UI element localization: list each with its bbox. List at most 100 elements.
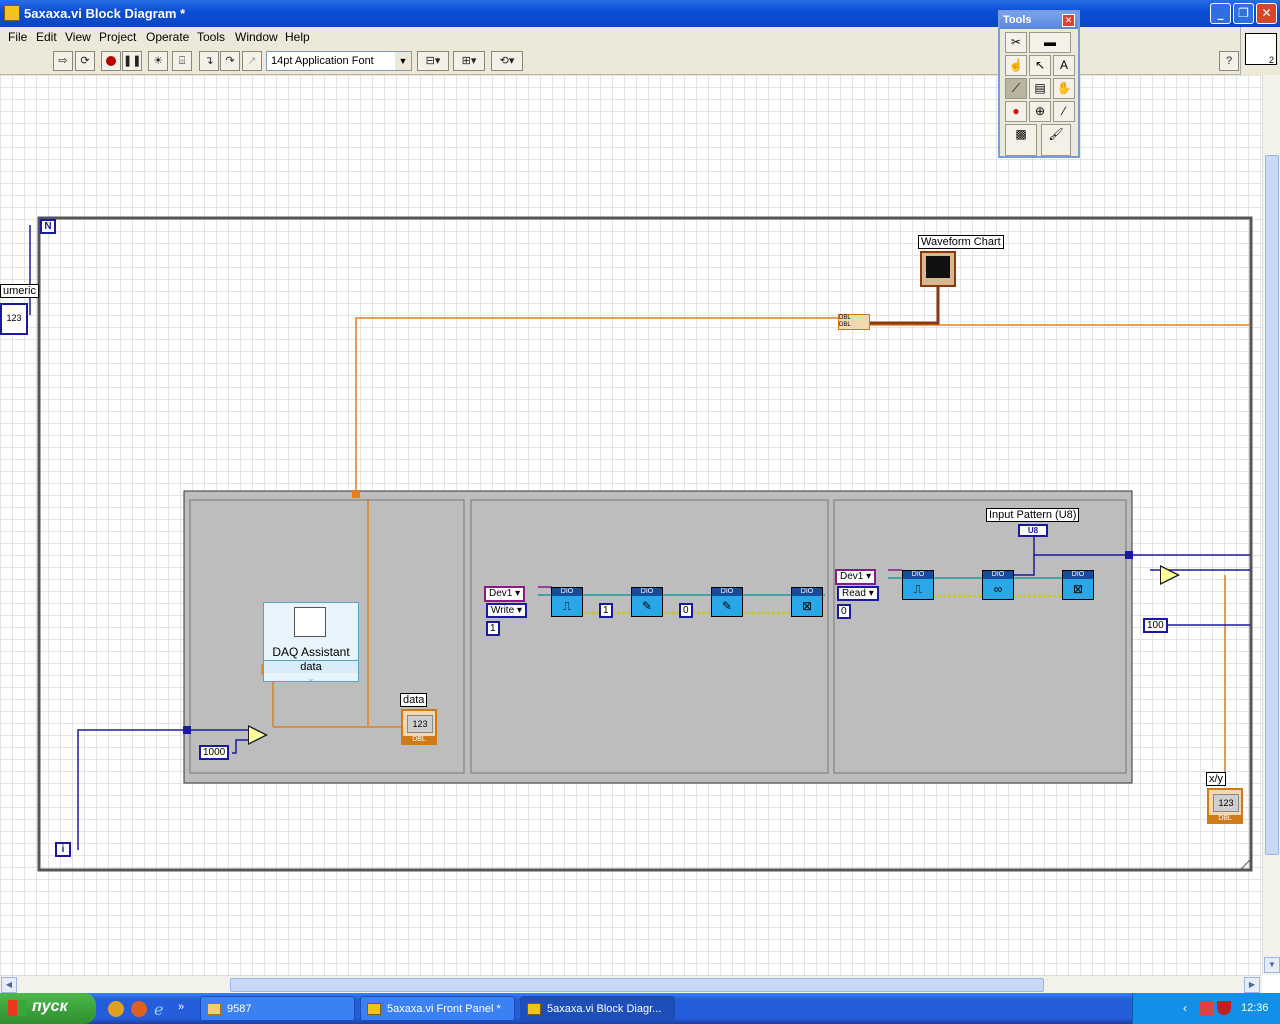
dio-read-node[interactable]: DIO ∞: [982, 570, 1014, 600]
antivirus-shield-icon[interactable]: [1217, 1001, 1231, 1015]
pencil-icon: ✎: [721, 599, 733, 613]
step-into-icon[interactable]: ↴: [199, 51, 219, 71]
iteration-terminal[interactable]: i: [55, 842, 71, 857]
connect-wire-icon[interactable]: ⟋: [1005, 78, 1027, 99]
automatic-selection-icon[interactable]: ▬: [1029, 32, 1071, 53]
align-objects-icon[interactable]: ⊟▾: [417, 51, 449, 71]
minimize-button[interactable]: _: [1210, 3, 1231, 24]
menu-help[interactable]: Help: [285, 30, 310, 44]
font-select[interactable]: 14pt Application Font ▼: [266, 51, 412, 71]
menu-view[interactable]: View: [65, 30, 91, 44]
context-help-button[interactable]: ?: [1219, 51, 1239, 71]
waveform-chart-label: Waveform Chart: [918, 235, 1004, 249]
set-color-brush-icon[interactable]: 🖌: [1041, 124, 1071, 156]
constant-100[interactable]: 100: [1143, 618, 1168, 633]
chevron-down-icon: ⌄: [307, 674, 315, 683]
daq-assistant-title: DAQ Assistant: [272, 645, 350, 659]
quick-launch-expand-icon[interactable]: »: [178, 1001, 184, 1013]
dio-configure-read-node[interactable]: DIO ⎍: [902, 570, 934, 600]
dio-configure-node[interactable]: DIO ⎍: [551, 587, 583, 617]
run-continuously-icon[interactable]: ⟳: [75, 51, 95, 71]
value-0-constant[interactable]: 0: [679, 603, 693, 618]
position-select-icon[interactable]: ↖: [1029, 55, 1051, 76]
menu-tools[interactable]: Tools: [197, 30, 225, 44]
taskbar-item-block-diagram[interactable]: 5axaxa.vi Block Diagr...: [520, 996, 675, 1021]
probe-icon[interactable]: ⊕: [1029, 101, 1051, 122]
device-channel-write[interactable]: Dev1 ▾: [484, 586, 526, 602]
daq-assistant-icon: [294, 607, 326, 637]
dio-write-node-2[interactable]: DIO ✎: [711, 587, 743, 617]
divide-function[interactable]: [248, 725, 268, 745]
frame-3: [833, 499, 1127, 774]
operate-value-icon[interactable]: ☝: [1005, 55, 1027, 76]
divide-function-2[interactable]: [1160, 565, 1180, 585]
vertical-scroll-thumb[interactable]: [1265, 155, 1279, 855]
taskbar-item-folder[interactable]: 9587: [200, 996, 355, 1021]
reorder-icon[interactable]: ⟲▾: [491, 51, 523, 71]
input-pattern-label: Input Pattern (U8): [986, 508, 1080, 522]
pause-icon[interactable]: ❚❚: [122, 51, 142, 71]
numeric-control[interactable]: 123: [0, 303, 28, 335]
close-icon: ⊠: [801, 599, 813, 613]
scroll-left-arrow-icon[interactable]: ◀: [1, 977, 17, 993]
labview-icon: [527, 1003, 541, 1015]
step-over-icon[interactable]: ↷: [220, 51, 240, 71]
ie-icon[interactable]: e: [154, 1000, 163, 1019]
start-button[interactable]: пуск: [0, 993, 96, 1024]
edit-text-icon[interactable]: A: [1053, 55, 1075, 76]
constant-1-write[interactable]: 1: [486, 621, 500, 636]
numeric-control-label: umeric: [0, 284, 40, 298]
scroll-window-icon[interactable]: ✋: [1053, 78, 1075, 99]
abort-icon[interactable]: [101, 51, 121, 71]
get-color-icon[interactable]: ⁄: [1053, 101, 1075, 122]
dio-write-node-1[interactable]: DIO ✎: [631, 587, 663, 617]
run-arrow-icon[interactable]: ⇨: [53, 51, 73, 71]
xy-indicator[interactable]: 123 DBL: [1207, 788, 1243, 824]
tools-palette[interactable]: Tools ✕ ✂ ▬ ☝ ↖ A ⟋ ▤ ✋ ● ⊕ ⁄ ▩ 🖌: [998, 10, 1080, 158]
menu-edit[interactable]: Edit: [36, 30, 57, 44]
menu-project[interactable]: Project: [99, 30, 136, 44]
maximize-button[interactable]: ❐: [1233, 3, 1254, 24]
input-pattern-indicator[interactable]: U8: [1018, 524, 1048, 537]
clock[interactable]: 12:36: [1241, 1002, 1269, 1014]
block-diagram-canvas[interactable]: N i umeric 123 Waveform Chart DBL DBL DAQ…: [0, 75, 1262, 975]
menu-operate[interactable]: Operate: [146, 30, 189, 44]
labview-icon: [367, 1003, 381, 1015]
device-channel-read[interactable]: Dev1 ▾: [835, 569, 877, 585]
horizontal-scrollbar[interactable]: ◀ ▶: [0, 975, 1262, 993]
bundle-node[interactable]: DBL DBL: [838, 314, 870, 330]
retain-wire-values-icon[interactable]: ⌹: [172, 51, 192, 71]
step-out-icon[interactable]: ↗: [242, 51, 262, 71]
data-indicator[interactable]: 123 DBL: [401, 709, 437, 745]
dio-close-node-read[interactable]: DIO ⊠: [1062, 570, 1094, 600]
color-swatch-icon[interactable]: ▩: [1005, 124, 1037, 156]
menu-window[interactable]: Window: [235, 30, 278, 44]
close-button[interactable]: ✕: [1256, 3, 1277, 24]
value-1-constant[interactable]: 1: [599, 603, 613, 618]
vertical-scrollbar[interactable]: ▼: [1262, 75, 1280, 975]
chevron-down-icon: ▾: [515, 588, 521, 599]
scroll-down-arrow-icon[interactable]: ▼: [1264, 957, 1280, 973]
scroll-right-arrow-icon[interactable]: ▶: [1244, 977, 1260, 993]
dio-close-node-write[interactable]: DIO ⊠: [791, 587, 823, 617]
daq-assistant-express-vi[interactable]: DAQ Assistant data ⌄: [263, 602, 359, 683]
tray-app-icon[interactable]: [1199, 1001, 1213, 1015]
tray-back-icon[interactable]: ‹: [1183, 1001, 1187, 1015]
constant-0-read[interactable]: 0: [837, 604, 851, 619]
taskbar-item-front-panel[interactable]: 5axaxa.vi Front Panel *: [360, 996, 515, 1021]
breakpoint-icon[interactable]: ●: [1005, 101, 1027, 122]
menu-file[interactable]: File: [8, 30, 27, 44]
chrome-icon[interactable]: [108, 1001, 124, 1017]
mode-read-enum[interactable]: Read ▾: [837, 586, 879, 601]
distribute-objects-icon[interactable]: ⊞▾: [453, 51, 485, 71]
highlight-execution-icon[interactable]: ☀: [148, 51, 168, 71]
shortcut-menu-icon[interactable]: ▤: [1029, 78, 1051, 99]
constant-1000[interactable]: 1000: [199, 745, 230, 760]
horizontal-scroll-thumb[interactable]: [230, 978, 1044, 992]
waveform-chart-terminal[interactable]: [920, 251, 956, 287]
firefox-icon[interactable]: [131, 1001, 147, 1017]
mode-write-enum[interactable]: Write ▾: [486, 603, 527, 618]
auto-tool-icon[interactable]: ✂: [1005, 32, 1027, 53]
loop-count-terminal[interactable]: N: [40, 219, 56, 234]
tools-palette-close-button[interactable]: ✕: [1062, 14, 1075, 27]
